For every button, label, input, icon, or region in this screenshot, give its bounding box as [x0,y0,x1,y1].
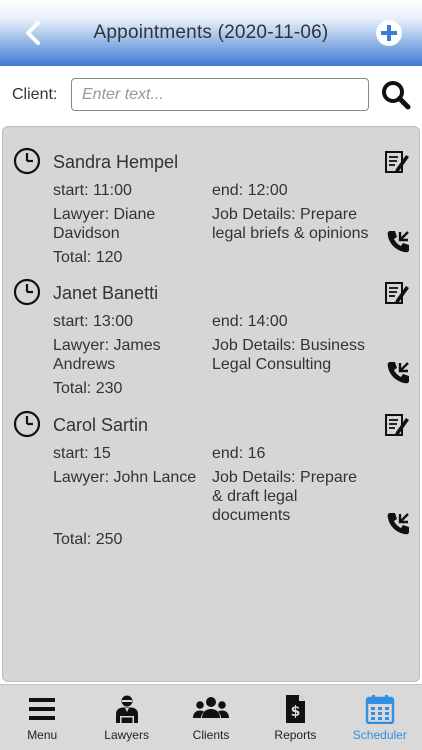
edit-note-icon[interactable] [383,278,411,306]
tab-label: Clients [192,728,230,742]
phone-call-icon[interactable] [385,511,411,537]
clock-icon [13,147,41,175]
tab-lawyers[interactable]: Lawyers [84,685,168,750]
total-value: Total: 230 [53,380,123,397]
job-details-line: Job Details: Prepare [212,469,357,486]
phone-call-icon[interactable] [385,360,411,386]
calendar-icon [365,695,395,724]
users-icon [193,697,230,718]
page-title: Appointments (2020-11-06) [93,22,329,43]
tab-scheduler[interactable]: Scheduler [338,685,422,750]
client-name: Janet Banetti [53,283,159,303]
job-details-line: Job Details: Prepare [212,206,357,223]
start-time: start: 15 [53,445,111,462]
tab-label: Reports [274,728,317,742]
clock-icon [13,410,41,438]
search-button[interactable] [380,79,412,111]
add-appointment-button[interactable] [374,18,404,48]
client-label: Client: [12,86,58,103]
edit-note-icon[interactable] [383,147,411,175]
end-time: end: 16 [212,445,266,462]
phone-call-icon[interactable] [385,229,411,255]
lawyer-line: Lawyer: James [53,337,161,354]
search-icon [382,81,411,110]
report-icon: $ [286,695,306,723]
tab-menu[interactable]: Menu [0,685,84,750]
plus-circle-icon [376,20,402,46]
end-time: end: 14:00 [212,313,288,330]
end-time: end: 12:00 [212,182,288,199]
back-button[interactable] [18,18,48,48]
clock-icon [13,278,41,306]
job-details-line: Legal Consulting [212,356,332,373]
start-time: start: 11:00 [53,182,132,199]
tab-label: Scheduler [352,728,407,742]
lawyer-icon [115,695,138,723]
lawyer-line: Davidson [53,225,120,242]
job-details-line: legal briefs & opinions [212,225,369,242]
chevron-left-icon [26,21,40,45]
tab-label: Menu [27,728,58,742]
tab-clients[interactable]: Clients [169,685,253,750]
client-name: Sandra Hempel [53,152,179,172]
appointments-list: Sandra Hempel start: 11:00 end: 12:00 La… [2,126,420,682]
start-time: start: 13:00 [53,313,134,330]
job-details-line: documents [212,507,291,524]
job-details-line: & draft legal [212,488,298,505]
client-search-row: Client: [0,66,422,124]
svg-text:$: $ [291,704,301,720]
total-value: Total: 250 [53,531,123,548]
job-details-line: Job Details: Business [212,337,365,354]
tab-reports[interactable]: $ Reports [253,685,337,750]
app-header: Appointments (2020-11-06) [0,0,422,66]
lawyer-line: Lawyer: John Lance [53,469,197,486]
hamburger-icon [29,698,56,720]
client-name: Carol Sartin [53,415,149,435]
tab-label: Lawyers [104,728,149,742]
client-search-input[interactable] [71,78,369,111]
lawyer-line: Andrews [53,356,116,373]
lawyer-line: Lawyer: Diane [53,206,156,223]
edit-note-icon[interactable] [383,410,411,438]
total-value: Total: 120 [53,249,123,266]
bottom-tab-bar: Menu Lawyers Clients $ Reports Scheduler [0,684,422,750]
